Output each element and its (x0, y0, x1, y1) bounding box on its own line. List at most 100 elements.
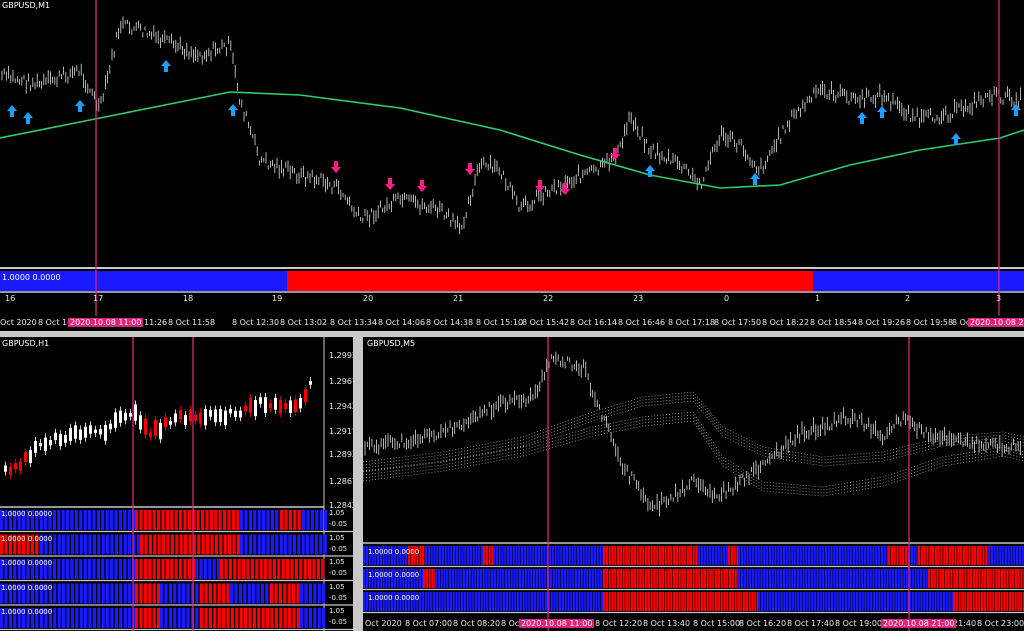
time-label: 8 Oct 14:38 (426, 318, 474, 327)
moving-average-line (0, 91, 1024, 189)
indicator-bar (419, 592, 422, 611)
indicator-bar (530, 569, 533, 588)
indicator-bar (277, 559, 281, 579)
indicator-bar (1018, 546, 1021, 565)
indicator-bar (123, 583, 127, 604)
indicator-bar (836, 569, 839, 588)
candle-body (119, 410, 122, 423)
indicator-bar (953, 569, 956, 588)
indicator-bar (458, 546, 461, 565)
indicator-bar (872, 546, 875, 565)
indicator-bar (283, 583, 287, 604)
indicator-bar (625, 569, 628, 588)
indicator-bar (70, 510, 74, 530)
indicator-bar (288, 608, 292, 628)
indicator-bar (731, 592, 734, 611)
indicator-bar (491, 569, 494, 588)
indicator-bar (431, 569, 434, 588)
indicator-bar (230, 583, 234, 604)
top-indicator-label: 1.0000 0.0000 (2, 273, 61, 282)
candle-body (24, 452, 27, 462)
indicator-bar (617, 546, 620, 565)
indicator-bar (951, 546, 954, 565)
indicator-bar (523, 546, 526, 565)
indicator-bar (79, 510, 83, 530)
indicator-bar (611, 569, 614, 588)
candle-body (144, 418, 147, 435)
indicator-bar (248, 534, 252, 555)
indicator-bar (760, 546, 763, 565)
indicator-bar (148, 559, 152, 579)
indicator-bar (319, 510, 323, 530)
indicator-bar (972, 569, 975, 588)
indicator-bar (260, 583, 264, 604)
left-price-chart[interactable] (0, 337, 353, 631)
indicator-bar (579, 546, 582, 565)
indicator-bar (482, 569, 485, 588)
indicator-bar (143, 559, 147, 579)
indicator-bar (466, 592, 469, 611)
time-label: 8 Oct 18:22 (762, 318, 810, 327)
indicator-bar (757, 569, 760, 588)
top-chart-pane[interactable]: GBPUSD,M1 1.0000 0.0000 16 17 18 19 20 21 22 23… (0, 0, 1024, 331)
indicator-bar (797, 592, 800, 611)
indicator-bar (855, 546, 858, 565)
indicator-bar (135, 510, 139, 530)
indicator-bar (788, 569, 791, 588)
right-price-chart[interactable] (363, 337, 1024, 631)
indicator-bar (507, 546, 510, 565)
indicator-bar (363, 569, 366, 588)
price-tick-label: 1.29670 (329, 377, 353, 386)
indicator-bar (297, 534, 301, 555)
indicator-bar (972, 592, 975, 611)
candle-body (39, 442, 42, 447)
indicator-bar (1009, 592, 1012, 611)
indicator-bar (791, 592, 794, 611)
indicator-bar (499, 569, 502, 588)
indicator-bar (785, 546, 788, 565)
indicator-bar (257, 510, 261, 530)
indicator-bar (123, 534, 127, 555)
indicator-bar (544, 569, 547, 588)
indicator-bar (123, 608, 127, 628)
indicator-bar (878, 592, 881, 611)
indicator-bar (274, 608, 278, 628)
indicator-bar (101, 510, 105, 530)
indicator-bar (425, 569, 428, 588)
indicator-bar (567, 592, 570, 611)
candle-body (34, 440, 37, 453)
indicator-bar (715, 592, 718, 611)
indicator-bar (771, 569, 774, 588)
candle-body (264, 397, 267, 414)
indicator-bar (731, 569, 734, 588)
indicator-bar (861, 546, 864, 565)
candle-body (259, 397, 262, 404)
indicator-bar (164, 608, 168, 628)
top-price-chart[interactable] (0, 0, 1024, 331)
indicator-bar (179, 510, 183, 530)
indicator-bar (148, 534, 152, 555)
indicator-bar (177, 608, 181, 628)
candle-body (254, 400, 257, 417)
indicator-bar (280, 510, 284, 530)
indicator-bar (52, 510, 56, 530)
left-chart-pane[interactable]: GBPUSD,H1 1.29920 1.29670 1.29420 1.29170 1.… (0, 337, 353, 631)
indicator-bar (917, 592, 920, 611)
indicator-bar (496, 569, 499, 588)
indicator-bar (152, 608, 156, 628)
indicator-bar (363, 592, 366, 611)
indicator-bar (96, 510, 100, 530)
indicator-bar (929, 546, 932, 565)
indicator-bar (61, 559, 65, 579)
indicator-bar (838, 569, 841, 588)
indicator-bar (738, 546, 741, 565)
indicator-bar (66, 534, 70, 555)
indicator-bar (62, 608, 66, 628)
indicator-bar (264, 559, 268, 579)
indicator-bar (894, 569, 897, 588)
right-chart-pane[interactable]: GBPUSD,M5 1.0000 0.0000 1.0000 0.0000 1.00… (363, 337, 1024, 631)
indicator-bar (57, 608, 61, 628)
indicator-bar (458, 592, 461, 611)
indicator-bar (262, 534, 266, 555)
sell-arrow-icon (331, 161, 341, 173)
